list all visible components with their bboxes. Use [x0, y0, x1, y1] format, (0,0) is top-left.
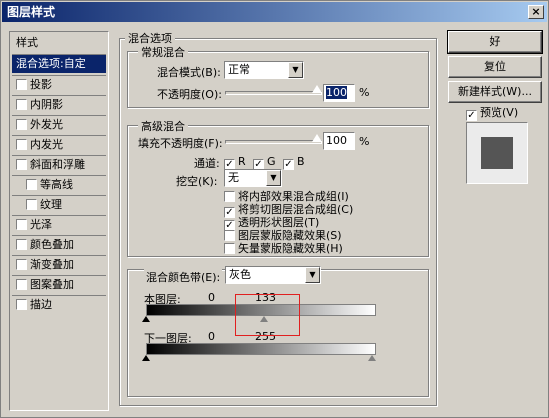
sidebar-item-stroke[interactable]: 描边 — [12, 296, 106, 314]
checkbox[interactable] — [16, 159, 27, 170]
sidebar-item-label: 斜面和浮雕 — [30, 158, 85, 171]
sidebar-item-label: 外发光 — [30, 118, 63, 131]
checkbox[interactable]: ✓ — [466, 110, 477, 121]
fill-opacity-unit: % — [359, 135, 370, 148]
checkbox[interactable] — [16, 239, 27, 250]
channel-g[interactable]: ✓ G — [253, 155, 276, 170]
blend-mode-select[interactable]: 正常 ▼ — [224, 61, 304, 79]
checkbox[interactable] — [26, 179, 37, 190]
chevron-down-icon[interactable]: ▼ — [288, 62, 303, 78]
sidebar-item-contour[interactable]: 等高线 — [12, 176, 106, 194]
sidebar-item-label: 混合选项:自定 — [16, 57, 86, 70]
knockout-value: 无 — [228, 171, 239, 184]
sidebar-item-inner-glow[interactable]: 内发光 — [12, 136, 106, 154]
checkbox[interactable] — [16, 219, 27, 230]
underlying-white-slider[interactable] — [368, 355, 376, 361]
sidebar-item-label: 内发光 — [30, 138, 63, 151]
channel-r[interactable]: ✓ R — [224, 155, 246, 170]
advanced-blending-title: 高级混合 — [138, 118, 188, 134]
style-preview — [466, 122, 528, 184]
opacity-input[interactable]: 100 — [323, 84, 355, 102]
this-layer-black-slider[interactable] — [142, 316, 150, 322]
sidebar-item-texture[interactable]: 纹理 — [12, 196, 106, 214]
sidebar-item-gradient-overlay[interactable]: 渐变叠加 — [12, 256, 106, 274]
window-title: 图层样式 — [7, 5, 56, 19]
sidebar-header[interactable]: 样式 — [12, 34, 106, 52]
opacity-unit: % — [359, 86, 370, 99]
sidebar-item-color-overlay[interactable]: 颜色叠加 — [12, 236, 106, 254]
checkbox[interactable] — [16, 299, 27, 310]
checkbox[interactable] — [224, 243, 235, 254]
checkbox[interactable] — [16, 139, 27, 150]
underlying-gradient — [146, 343, 376, 355]
sidebar-item-inner-shadow[interactable]: 内阴影 — [12, 96, 106, 114]
option-vector-mask-hides[interactable]: 矢量蒙版隐藏效果(H) — [224, 240, 343, 256]
this-layer-low-value: 0 — [208, 291, 215, 304]
fill-opacity-slider-thumb[interactable] — [312, 134, 322, 142]
sidebar-item-label: 投影 — [30, 78, 52, 91]
sidebar-item-label: 内阴影 — [30, 98, 63, 111]
layer-style-dialog: 图层样式 × 样式 混合选项:自定 投影 内阴影 外发光 内发光 斜面和浮雕 等… — [0, 0, 549, 418]
sidebar-item-drop-shadow[interactable]: 投影 — [12, 76, 106, 94]
checkbox[interactable] — [16, 79, 27, 90]
sidebar-item-label: 颜色叠加 — [30, 238, 74, 251]
opacity-slider-track[interactable] — [225, 91, 322, 95]
close-icon[interactable]: × — [528, 5, 544, 19]
preview-toggle[interactable]: ✓ 预览(V) — [466, 104, 518, 121]
opacity-slider-thumb[interactable] — [312, 85, 322, 93]
sidebar-item-satin[interactable]: 光泽 — [12, 216, 106, 234]
sidebar-item-outer-glow[interactable]: 外发光 — [12, 116, 106, 134]
ok-button[interactable]: 好 — [447, 30, 543, 54]
sidebar-item-label: 等高线 — [40, 178, 73, 191]
checkbox[interactable] — [16, 259, 27, 270]
preview-label: 预览(V) — [480, 106, 519, 119]
reset-button[interactable]: 复位 — [448, 56, 542, 78]
channels-label: 通道: — [194, 157, 220, 170]
general-blending-title: 常规混合 — [138, 44, 188, 60]
blend-mode-label: 混合模式(B): — [157, 66, 221, 79]
blend-if-select[interactable]: 灰色 ▼ — [225, 266, 321, 284]
chevron-down-icon[interactable]: ▼ — [305, 267, 320, 283]
sidebar-item-label: 光泽 — [30, 218, 52, 231]
fill-opacity-label: 填充不透明度(F): — [138, 137, 223, 150]
checkbox[interactable] — [16, 279, 27, 290]
sidebar-item-blending-options[interactable]: 混合选项:自定 — [12, 55, 106, 73]
checkbox[interactable] — [16, 99, 27, 110]
new-style-button[interactable]: 新建样式(W)... — [448, 81, 542, 103]
highlight-annotation — [235, 294, 300, 336]
styles-sidebar: 样式 混合选项:自定 投影 内阴影 外发光 内发光 斜面和浮雕 等高线 纹理 光… — [9, 31, 109, 411]
checkbox[interactable]: ✓ — [283, 159, 294, 170]
chevron-down-icon[interactable]: ▼ — [266, 170, 281, 186]
underlying-black-slider[interactable] — [142, 355, 150, 361]
sidebar-item-pattern-overlay[interactable]: 图案叠加 — [12, 276, 106, 294]
sidebar-item-bevel-emboss[interactable]: 斜面和浮雕 — [12, 156, 106, 174]
channel-b[interactable]: ✓ B — [283, 155, 305, 170]
blend-if-value: 灰色 — [229, 268, 251, 281]
blend-if-label: 混合颜色带(E): — [144, 269, 223, 285]
sidebar-item-label: 描边 — [30, 298, 52, 311]
underlying-low-value: 0 — [208, 330, 215, 343]
fill-opacity-slider-track[interactable] — [225, 140, 322, 144]
fill-opacity-input[interactable]: 100 — [323, 132, 355, 150]
sidebar-item-label: 图案叠加 — [30, 278, 74, 291]
sidebar-item-label: 纹理 — [40, 198, 62, 211]
knockout-select[interactable]: 无 ▼ — [224, 169, 282, 187]
opacity-label: 不透明度(O): — [157, 88, 222, 101]
title-bar: 图层样式 × — [2, 2, 547, 22]
sidebar-item-label: 渐变叠加 — [30, 258, 74, 271]
blend-mode-value: 正常 — [228, 63, 250, 76]
knockout-label: 挖空(K): — [176, 175, 218, 188]
preview-swatch — [481, 137, 513, 169]
checkbox[interactable] — [26, 199, 37, 210]
checkbox[interactable] — [16, 119, 27, 130]
